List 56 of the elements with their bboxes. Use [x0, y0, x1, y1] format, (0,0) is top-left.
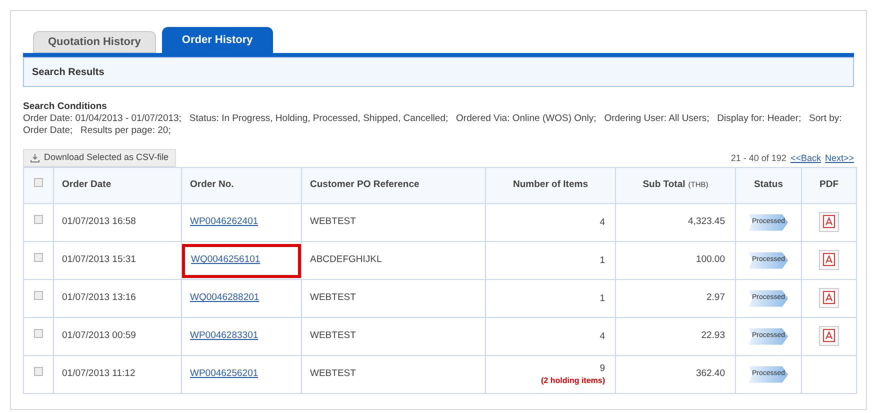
table-cell: 4,323.45 — [688, 216, 725, 228]
column-header: Sub Total — [642, 179, 686, 190]
table-cell: 01/07/2013 11:12 — [62, 368, 136, 380]
result-range: 21 - 40 of 192 — [730, 152, 786, 164]
pdf-icon — [823, 329, 835, 342]
back-link[interactable]: <<Back — [790, 152, 821, 165]
table-cell-text: 1 — [598, 292, 605, 304]
order-link[interactable]: WQ0046288201 — [190, 292, 260, 304]
table-cell: WEBTEST — [310, 330, 356, 342]
download-csv-button[interactable]: Download Selected as CSV-file — [23, 149, 176, 167]
pdf-icon — [823, 215, 835, 228]
column-header: Customer PO Reference — [310, 179, 420, 190]
checkbox[interactable] — [34, 215, 43, 224]
conditions-title: Search Conditions — [23, 101, 108, 113]
table-cell: WEBTEST — [310, 368, 356, 380]
tab[interactable]: Order History — [162, 27, 273, 53]
table-cell-text: 4 — [598, 330, 605, 342]
table-cell-text: 1 — [598, 254, 605, 266]
pdf-button[interactable] — [819, 250, 839, 270]
holding-note: (2 holding items) — [540, 374, 605, 386]
checkbox[interactable] — [34, 329, 43, 338]
pdf-button[interactable] — [819, 326, 839, 346]
table-cell: WEBTEST — [310, 216, 356, 228]
conditions-text: Order Date: 01/04/2013 - 01/07/2013; Status: In Progress, Holding, Processed, Shipped, Cancelled; Ordered Via: Online (WOS) Only; Ordering User: All Users; Display for: Header; Sort by: Order Date; Results per page: 20; — [23, 113, 843, 137]
checkbox[interactable] — [34, 291, 43, 300]
checkbox[interactable] — [34, 367, 43, 376]
table-cell-text: 4 — [598, 216, 605, 228]
table-cell: 22.93 — [701, 330, 725, 342]
column-header: Order Date — [62, 179, 112, 190]
order-link[interactable]: WP0046283301 — [190, 330, 258, 342]
pdf-button[interactable] — [819, 288, 839, 308]
order-link[interactable]: WP0046262401 — [190, 216, 258, 228]
pdf-icon — [823, 253, 835, 266]
table-cell: WEBTEST — [310, 292, 356, 304]
table-cell: 01/07/2013 15:31 — [62, 254, 136, 266]
download-icon — [30, 153, 40, 163]
next-link[interactable]: Next>> — [824, 152, 854, 165]
table-cell: 362.40 — [696, 368, 725, 380]
table-cell: 100.00 — [696, 254, 725, 266]
order-link[interactable]: WP0046256201 — [190, 368, 258, 380]
table-cell: ABCDEFGHIJKL — [310, 254, 382, 266]
column-header: Order No. — [190, 179, 234, 190]
checkbox[interactable] — [34, 253, 43, 262]
table-cell: 2.97 — [706, 292, 725, 304]
pdf-button[interactable] — [819, 212, 839, 232]
tab[interactable]: Quotation History — [33, 31, 156, 53]
column-header: PDF — [820, 179, 838, 190]
table-cell: 01/07/2013 16:58 — [62, 216, 136, 228]
table-cell: 01/07/2013 00:59 — [62, 330, 136, 342]
column-header: Number of Items — [513, 179, 588, 190]
pdf-icon — [823, 291, 835, 304]
column-header: Status — [754, 179, 784, 190]
section-title: Search Results — [32, 66, 104, 80]
table-cell: 01/07/2013 13:16 — [62, 292, 136, 304]
select-all-checkbox[interactable] — [34, 178, 43, 188]
table-cell-text: 9 — [598, 362, 605, 374]
